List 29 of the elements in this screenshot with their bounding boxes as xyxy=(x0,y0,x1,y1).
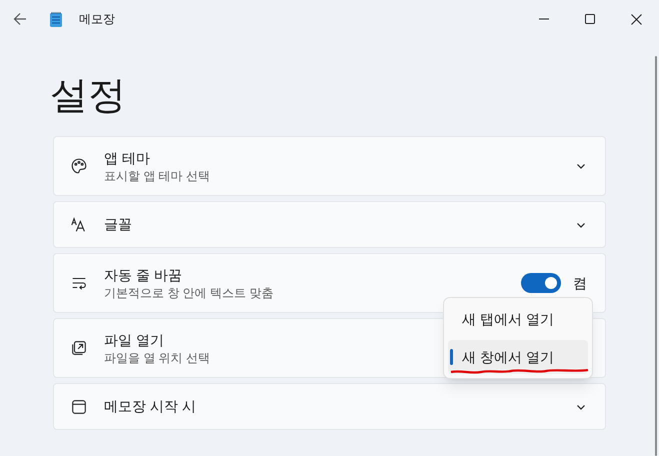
setting-card[interactable]: 자동 줄 바꿈 기본적으로 창 안에 텍스트 맞춤 켬 xyxy=(53,253,606,313)
notepad-icon xyxy=(49,10,63,28)
close-icon xyxy=(630,14,642,24)
setting-description: 표시할 앱 테마 선택 xyxy=(104,168,210,184)
setting-title: 앱 테마 xyxy=(104,148,151,168)
selection-indicator xyxy=(450,349,453,365)
toggle-state-label: 켬 xyxy=(573,274,587,292)
back-arrow-icon xyxy=(13,12,27,26)
setting-card[interactable]: 글꼴 xyxy=(53,201,606,248)
toggle-switch[interactable] xyxy=(521,273,561,293)
window-title: 메모장 xyxy=(79,11,115,28)
setting-description: 기본적으로 창 안에 텍스트 맞춤 xyxy=(104,284,274,300)
open-in-window-icon xyxy=(70,339,88,357)
setting-description: 파일을 열 위치 선택 xyxy=(104,350,210,366)
maximize-icon xyxy=(585,14,595,24)
setting-card[interactable]: 메모장 시작 시 xyxy=(53,383,606,430)
setting-title: 자동 줄 바꿈 xyxy=(104,266,183,284)
font-icon xyxy=(70,216,88,234)
window-icon xyxy=(70,398,88,416)
palette-icon xyxy=(70,157,88,175)
scrollbar[interactable] xyxy=(655,56,657,456)
setting-title: 글꼴 xyxy=(104,215,132,234)
minimize-icon xyxy=(539,18,549,20)
setting-title: 파일 열기 xyxy=(104,330,165,350)
setting-card[interactable]: 앱 테마 표시할 앱 테마 선택 xyxy=(53,136,606,196)
page-heading: 설정 xyxy=(50,74,127,119)
setting-title: 메모장 시작 시 xyxy=(104,397,196,416)
toggle-thumb xyxy=(545,277,557,289)
dropdown-option[interactable]: 새 창에서 열기 xyxy=(448,340,588,374)
